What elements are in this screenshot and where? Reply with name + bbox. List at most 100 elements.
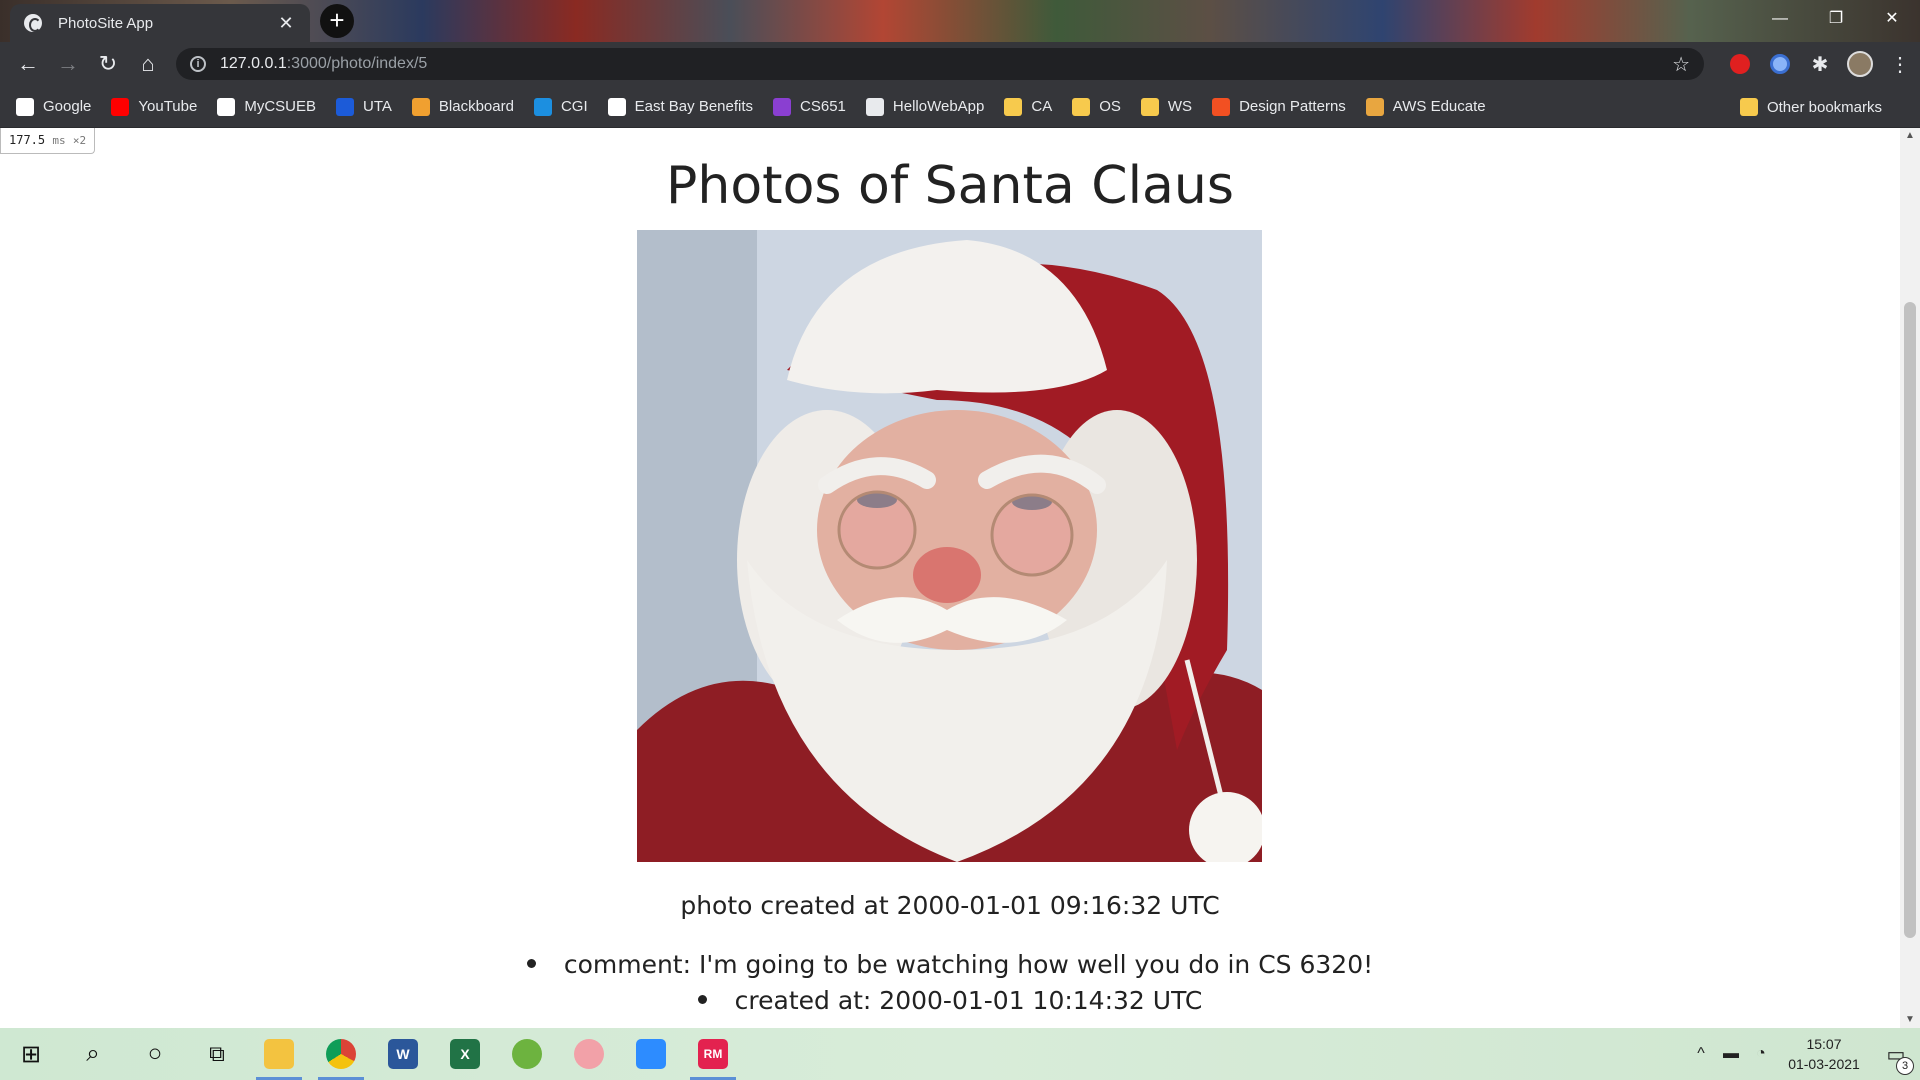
word-icon: W bbox=[388, 1039, 418, 1069]
spring-button[interactable] bbox=[496, 1028, 558, 1080]
task-view-icon: ⧉ bbox=[209, 1041, 225, 1066]
notification-count: 3 bbox=[1896, 1056, 1914, 1075]
rubymine-icon: RM bbox=[698, 1039, 728, 1069]
bookmark-os[interactable]: OS bbox=[1072, 97, 1121, 116]
site-info-icon[interactable]: i bbox=[190, 56, 206, 72]
folder-icon bbox=[1140, 97, 1159, 116]
battery-icon[interactable]: ▬ bbox=[1716, 1045, 1746, 1063]
spring-icon bbox=[512, 1039, 542, 1069]
bookmark-cgi[interactable]: CGI bbox=[533, 97, 588, 116]
tab-close-icon[interactable]: ✕ bbox=[276, 13, 296, 34]
wifi-icon[interactable]: ◔ bbox=[1746, 1045, 1776, 1063]
file-explorer-button[interactable] bbox=[248, 1028, 310, 1080]
restore-button[interactable]: ❐ bbox=[1808, 0, 1864, 38]
uta-icon bbox=[336, 97, 355, 116]
folder-icon bbox=[1072, 97, 1091, 116]
address-bar[interactable]: i 127.0.0.1:3000/photo/index/5 ☆ bbox=[176, 48, 1704, 80]
rubymine-button[interactable]: RM bbox=[682, 1028, 744, 1080]
bookmark-label: CGI bbox=[560, 98, 588, 115]
bookmark-aws-educate[interactable]: AWS Educate bbox=[1365, 97, 1486, 116]
clock[interactable]: 15:07 01-03-2021 bbox=[1776, 1034, 1872, 1074]
bookmark-label: MyCSUEB bbox=[244, 98, 317, 115]
globe-icon bbox=[865, 97, 884, 116]
excel-button[interactable]: X bbox=[434, 1028, 496, 1080]
bookmark-mycsueb[interactable]: MyCSUEB bbox=[217, 97, 317, 116]
bookmark-cs651[interactable]: CS651 bbox=[773, 97, 846, 116]
bookmark-blackboard[interactable]: Blackboard bbox=[411, 97, 514, 116]
bookmark-east-bay-benefits[interactable]: East Bay Benefits bbox=[607, 97, 754, 116]
extensions-puzzle-icon[interactable]: ✱ bbox=[1800, 44, 1840, 84]
bookmark-label: WS bbox=[1167, 98, 1193, 115]
bookmark-uta[interactable]: UTA bbox=[336, 97, 392, 116]
forward-button[interactable]: → bbox=[48, 44, 88, 84]
search-button[interactable]: ⌕ bbox=[62, 1028, 124, 1080]
start-button[interactable]: ⊞ bbox=[0, 1028, 62, 1080]
microsoft-icon bbox=[1212, 97, 1231, 116]
chevron-up-icon[interactable]: ^ bbox=[1686, 1045, 1716, 1063]
close-window-button[interactable]: ✕ bbox=[1864, 0, 1920, 38]
zoom-button[interactable] bbox=[620, 1028, 682, 1080]
scrollbar-thumb[interactable] bbox=[1904, 302, 1916, 938]
task-view-button[interactable]: ⧉ bbox=[186, 1028, 248, 1080]
bookmark-label: AWS Educate bbox=[1392, 98, 1486, 115]
word-button[interactable]: W bbox=[372, 1028, 434, 1080]
page-content: 177.5 ms ×2 Photos of Santa Claus photo … bbox=[0, 128, 1900, 1028]
browser-tab[interactable]: PhotoSite App ✕ bbox=[10, 4, 310, 42]
cortana-icon: ○ bbox=[147, 1040, 163, 1067]
bookmark-label: UTA bbox=[363, 98, 392, 115]
back-button[interactable]: ← bbox=[8, 44, 48, 84]
bullet-icon bbox=[526, 958, 536, 968]
bookmark-ca[interactable]: CA bbox=[1004, 97, 1053, 116]
bookmark-design-patterns[interactable]: Design Patterns bbox=[1212, 97, 1346, 116]
menu-kebab-icon[interactable]: ⋮ bbox=[1880, 44, 1920, 84]
profile-avatar[interactable] bbox=[1840, 44, 1880, 84]
bookmark-hellowebapp[interactable]: HelloWebApp bbox=[865, 97, 985, 116]
bookmark-label: CA bbox=[1031, 98, 1053, 115]
home-button[interactable]: ⌂ bbox=[128, 44, 168, 84]
bookmark-label: Blackboard bbox=[438, 98, 514, 115]
page-title: Photos of Santa Claus bbox=[666, 156, 1234, 216]
cortana-button[interactable]: ○ bbox=[124, 1028, 186, 1080]
zoom-icon bbox=[636, 1039, 666, 1069]
file-explorer-icon bbox=[264, 1039, 294, 1069]
tab-title: PhotoSite App bbox=[58, 14, 154, 32]
bookmark-label: East Bay Benefits bbox=[634, 98, 754, 115]
bookmark-label: HelloWebApp bbox=[892, 98, 985, 115]
windows-taskbar: ⊞ ⌕ ○ ⧉ W X RM ^ ▬ ◔ 15:07 01-03-2021 ▭ … bbox=[0, 1028, 1920, 1080]
comment-item: comment: I'm going to be watching how we… bbox=[0, 950, 1900, 986]
extension-icons: ✱ ⋮ bbox=[1720, 42, 1920, 86]
bookmark-label: Google bbox=[43, 98, 92, 115]
perf-mult: ×2 bbox=[72, 134, 87, 147]
bookmark-label: CS651 bbox=[800, 98, 846, 115]
tab-favicon-icon bbox=[24, 14, 42, 32]
search-icon: ⌕ bbox=[86, 1040, 100, 1067]
comments-list: comment: I'm going to be watching how we… bbox=[0, 950, 1900, 1022]
bookmarks-bar: Google YouTube MyCSUEB UTA Blackboard CGI East… bbox=[0, 86, 1920, 128]
snipping-tool-button[interactable] bbox=[558, 1028, 620, 1080]
windows-start-icon: ⊞ bbox=[20, 1040, 42, 1068]
bookmark-google[interactable]: Google bbox=[16, 97, 92, 116]
perf-badge: 177.5 ms ×2 bbox=[0, 128, 96, 154]
santa-photo bbox=[637, 230, 1262, 862]
bookmark-label: Design Patterns bbox=[1239, 98, 1346, 115]
page-scrollbar[interactable]: ▲ ▼ bbox=[1900, 128, 1920, 1028]
other-bookmarks-label: Other bookmarks bbox=[1766, 98, 1882, 116]
other-bookmarks-folder[interactable]: Other bookmarks bbox=[1739, 86, 1882, 128]
perf-value: 177.5 bbox=[9, 133, 46, 147]
extension-red-icon[interactable] bbox=[1720, 44, 1760, 84]
new-tab-button[interactable]: + bbox=[320, 4, 354, 38]
excel-icon: X bbox=[450, 1039, 480, 1069]
notification-center[interactable]: ▭ 3 bbox=[1872, 1042, 1920, 1075]
bookmark-youtube[interactable]: YouTube bbox=[111, 97, 197, 116]
folder-icon bbox=[1004, 97, 1023, 116]
url-host: 127.0.0.1 bbox=[220, 55, 287, 72]
cloud-icon bbox=[533, 97, 552, 116]
scroll-down-arrow-icon[interactable]: ▼ bbox=[1900, 1012, 1920, 1028]
bookmark-ws[interactable]: WS bbox=[1140, 97, 1193, 116]
minimize-button[interactable]: — bbox=[1752, 0, 1808, 38]
extension-blue-icon[interactable] bbox=[1760, 44, 1800, 84]
scroll-up-arrow-icon[interactable]: ▲ bbox=[1900, 128, 1920, 144]
bookmark-star-icon[interactable]: ☆ bbox=[1672, 52, 1690, 77]
reload-button[interactable]: ↻ bbox=[88, 44, 128, 84]
chrome-button[interactable] bbox=[310, 1028, 372, 1080]
